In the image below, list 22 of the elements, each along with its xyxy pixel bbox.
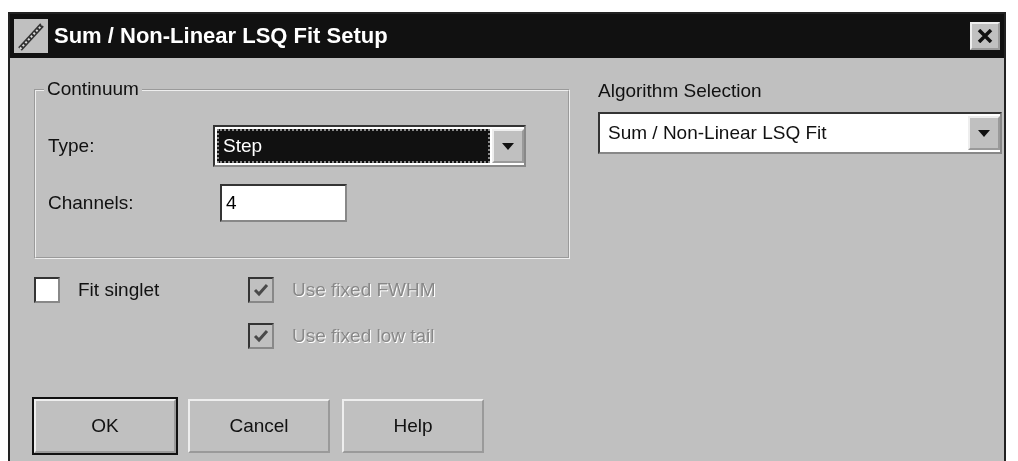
dialog-button[interactable]: Cancel [188,399,330,453]
checkbox-label: Use fixed low tail [292,325,435,347]
dropdown-button[interactable] [968,116,1000,150]
field-label: Channels: [48,192,135,214]
close-button[interactable] [970,22,1000,50]
type-dropdown[interactable]: Step [213,125,526,167]
close-icon [977,29,993,43]
window-title: Sum / Non-Linear LSQ Fit Setup [54,23,389,49]
dialog-button[interactable]: Help [342,399,484,453]
caret-icon [978,129,990,137]
checkbox-label: Fit singlet [78,279,160,301]
field-label: Type: [48,135,96,157]
field-label: Algorithm Selection [598,80,763,102]
dropdown-button[interactable] [492,129,524,163]
checkbox[interactable] [34,277,60,303]
check-icon [253,283,269,297]
dialog-button[interactable]: OK [34,399,176,453]
algorithm-dropdown[interactable]: Sum / Non-Linear LSQ Fit [598,112,1002,154]
caret-icon [502,142,514,150]
channels-field[interactable]: 4 [220,184,347,222]
check-icon [253,329,269,343]
checkbox-label: Use fixed FWHM [292,279,436,301]
